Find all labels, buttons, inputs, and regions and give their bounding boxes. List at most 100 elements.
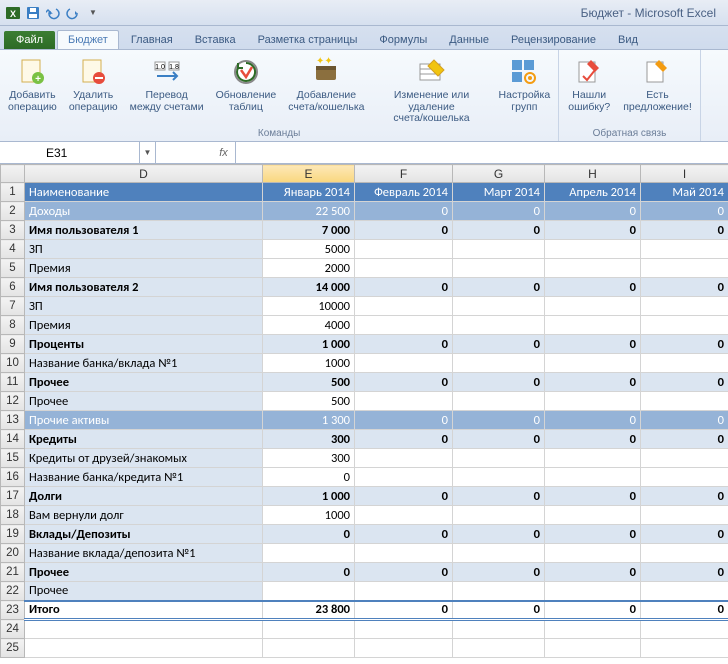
cell[interactable]: 0 bbox=[545, 221, 641, 240]
cell[interactable]: 0 bbox=[355, 525, 453, 544]
cell[interactable] bbox=[263, 582, 355, 601]
cell[interactable] bbox=[545, 506, 641, 525]
cell[interactable]: 0 bbox=[355, 278, 453, 297]
row-header[interactable]: 20 bbox=[1, 544, 25, 563]
add-operation-button[interactable]: + Добавитьоперацию bbox=[6, 54, 59, 127]
cell[interactable]: Премия bbox=[25, 316, 263, 335]
cell[interactable]: 2000 bbox=[263, 259, 355, 278]
cell[interactable] bbox=[641, 639, 728, 658]
cell[interactable] bbox=[263, 544, 355, 563]
cell[interactable] bbox=[355, 316, 453, 335]
cell[interactable]: 0 bbox=[545, 563, 641, 582]
cell[interactable] bbox=[25, 639, 263, 658]
cell[interactable] bbox=[641, 506, 728, 525]
name-box-dropdown-icon[interactable]: ▼ bbox=[140, 142, 156, 163]
cell[interactable]: 0 bbox=[641, 202, 728, 221]
suggestion-button[interactable]: Естьпредложение! bbox=[621, 54, 694, 127]
cell[interactable]: Вклады/Депозиты bbox=[25, 525, 263, 544]
cell[interactable]: Апрель 2014 bbox=[545, 183, 641, 202]
delete-operation-button[interactable]: Удалитьоперацию bbox=[67, 54, 120, 127]
cell[interactable] bbox=[355, 297, 453, 316]
cell[interactable]: Премия bbox=[25, 259, 263, 278]
cell[interactable] bbox=[545, 354, 641, 373]
cell[interactable]: 0 bbox=[453, 487, 545, 506]
spreadsheet-grid[interactable]: D E F G H I 1 Наименование Январь 2014 Ф… bbox=[0, 164, 728, 658]
cell[interactable]: 1000 bbox=[263, 506, 355, 525]
cell[interactable] bbox=[641, 392, 728, 411]
cell[interactable] bbox=[355, 354, 453, 373]
row-header[interactable]: 24 bbox=[1, 620, 25, 639]
cell[interactable]: Имя пользователя 1 bbox=[25, 221, 263, 240]
cell[interactable] bbox=[641, 316, 728, 335]
col-header-F[interactable]: F bbox=[355, 165, 453, 183]
cell[interactable]: 0 bbox=[355, 335, 453, 354]
cell[interactable]: 500 bbox=[263, 392, 355, 411]
cell[interactable] bbox=[355, 240, 453, 259]
row-header[interactable]: 25 bbox=[1, 639, 25, 658]
cell[interactable]: 7 000 bbox=[263, 221, 355, 240]
cell[interactable] bbox=[545, 449, 641, 468]
cell[interactable]: Прочее bbox=[25, 373, 263, 392]
refresh-tables-button[interactable]: Обновлениетаблиц bbox=[214, 54, 279, 127]
found-bug-button[interactable]: Нашлиошибку? bbox=[565, 54, 613, 127]
cell[interactable] bbox=[545, 468, 641, 487]
cell[interactable] bbox=[355, 582, 453, 601]
cell[interactable]: 0 bbox=[453, 202, 545, 221]
cell[interactable] bbox=[545, 620, 641, 639]
cell[interactable] bbox=[355, 449, 453, 468]
cell[interactable] bbox=[641, 354, 728, 373]
edit-wallet-button[interactable]: Изменение или удалениесчета/кошелька bbox=[375, 54, 489, 127]
cell[interactable] bbox=[641, 544, 728, 563]
cell[interactable]: 0 bbox=[355, 430, 453, 449]
cell[interactable]: 0 bbox=[545, 202, 641, 221]
cell[interactable]: 4000 bbox=[263, 316, 355, 335]
cell[interactable] bbox=[453, 297, 545, 316]
tab-insert[interactable]: Вставка bbox=[185, 31, 246, 49]
cell[interactable] bbox=[453, 354, 545, 373]
formula-input[interactable] bbox=[236, 142, 728, 163]
cell[interactable]: 22 500 bbox=[263, 202, 355, 221]
cell[interactable] bbox=[453, 259, 545, 278]
cell[interactable]: 0 bbox=[263, 563, 355, 582]
cell[interactable]: 0 bbox=[453, 601, 545, 620]
cell[interactable]: 1000 bbox=[263, 354, 355, 373]
cell[interactable] bbox=[641, 582, 728, 601]
cell[interactable]: 0 bbox=[545, 601, 641, 620]
tab-file[interactable]: Файл bbox=[4, 31, 55, 49]
cell[interactable]: 300 bbox=[263, 449, 355, 468]
col-header-I[interactable]: I bbox=[641, 165, 728, 183]
cell[interactable]: 0 bbox=[263, 525, 355, 544]
fx-icon[interactable]: fx bbox=[212, 142, 236, 163]
tab-data[interactable]: Данные bbox=[439, 31, 499, 49]
cell[interactable]: Долги bbox=[25, 487, 263, 506]
cell[interactable]: Февраль 2014 bbox=[355, 183, 453, 202]
cell[interactable]: Кредиты от друзей/знакомых bbox=[25, 449, 263, 468]
row-header[interactable]: 15 bbox=[1, 449, 25, 468]
cell[interactable] bbox=[453, 240, 545, 259]
cell[interactable] bbox=[453, 392, 545, 411]
cell[interactable] bbox=[453, 544, 545, 563]
row-header[interactable]: 3 bbox=[1, 221, 25, 240]
cell[interactable] bbox=[453, 468, 545, 487]
cell[interactable]: Название банка/кредита №1 bbox=[25, 468, 263, 487]
cell[interactable]: Итого bbox=[25, 601, 263, 620]
cell[interactable] bbox=[545, 582, 641, 601]
cell[interactable]: 0 bbox=[453, 373, 545, 392]
cell[interactable] bbox=[545, 259, 641, 278]
cell[interactable]: 500 bbox=[263, 373, 355, 392]
cell[interactable] bbox=[545, 392, 641, 411]
tab-budget[interactable]: Бюджет bbox=[57, 30, 119, 49]
cell[interactable] bbox=[545, 544, 641, 563]
cell[interactable] bbox=[641, 259, 728, 278]
cell[interactable]: 0 bbox=[355, 411, 453, 430]
tab-review[interactable]: Рецензирование bbox=[501, 31, 606, 49]
cell[interactable]: 0 bbox=[355, 487, 453, 506]
cell[interactable]: 0 bbox=[641, 335, 728, 354]
row-header[interactable]: 10 bbox=[1, 354, 25, 373]
cell[interactable]: 0 bbox=[641, 278, 728, 297]
cell[interactable]: 0 bbox=[545, 411, 641, 430]
cell[interactable]: Прочее bbox=[25, 582, 263, 601]
cell[interactable]: 0 bbox=[453, 335, 545, 354]
row-header[interactable]: 19 bbox=[1, 525, 25, 544]
cell[interactable]: 0 bbox=[641, 411, 728, 430]
